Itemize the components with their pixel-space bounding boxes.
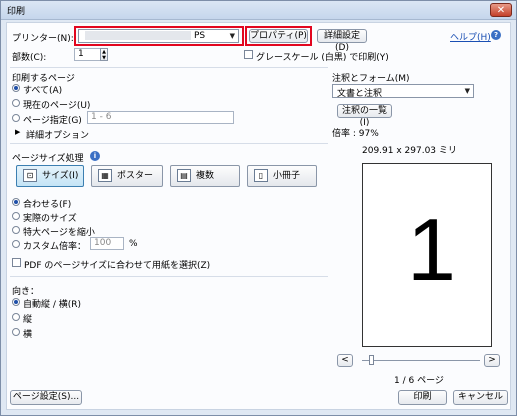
size-button[interactable]: ⊡ サイズ(I) (16, 165, 84, 187)
help-icon[interactable]: ? (491, 30, 501, 40)
poster-icon: ▦ (98, 169, 112, 182)
divider (10, 67, 328, 68)
more-options-link[interactable]: 詳細オプション (26, 128, 89, 141)
all-pages-radio[interactable] (12, 84, 20, 92)
summarize-comments-button[interactable]: 注釈の一覧(I) (337, 104, 392, 128)
custom-scale-radio[interactable] (12, 240, 20, 248)
print-dialog: 印刷 ✕ プリンター(N): PS ▼ プロパティ(P) 詳細設定(D) ヘルプ… (0, 0, 517, 416)
actual-size-radio[interactable] (12, 212, 20, 220)
page-preview: 1 (362, 163, 492, 347)
booklet-button[interactable]: ▯ 小冊子 (247, 165, 317, 187)
current-page-label: 現在のページ(U) (23, 101, 91, 111)
pdf-paper-checkbox[interactable] (12, 258, 21, 267)
fit-label: 合わせる(F) (23, 200, 72, 210)
multiple-button-label: 複数 (196, 171, 215, 181)
cancel-button[interactable]: キャンセル (453, 390, 508, 405)
poster-button-label: ポスター (117, 171, 154, 181)
advanced-button[interactable]: 詳細設定(D) (317, 29, 367, 53)
page-slider-thumb[interactable] (369, 355, 374, 365)
fit-radio[interactable] (12, 198, 20, 206)
window-title: 印刷 (7, 7, 26, 17)
custom-scale-label: カスタム倍率： (23, 242, 87, 252)
prev-page-button[interactable]: < (337, 354, 353, 367)
zoom-label: 倍率 : 97% (332, 129, 379, 139)
all-pages-label: すべて(A) (23, 86, 63, 96)
expand-triangle-icon[interactable]: ▶ (15, 128, 20, 136)
sizing-heading: ページサイズ処理 (12, 154, 84, 164)
divider (10, 276, 328, 277)
page-counter: 1 / 6 ページ (394, 376, 444, 386)
size-button-label: サイズ(I) (42, 171, 79, 181)
auto-orientation-label: 自動縦 / 横(R) (23, 300, 82, 310)
printer-highlight-box (74, 26, 244, 46)
landscape-label: 横 (23, 330, 33, 340)
shrink-radio[interactable] (12, 226, 20, 234)
comments-value: 文書と注釈 (337, 89, 383, 99)
landscape-radio[interactable] (12, 328, 20, 336)
shrink-label: 特大ページを縮小 (23, 228, 95, 238)
page-range-radio[interactable] (12, 114, 20, 122)
booklet-button-label: 小冊子 (273, 171, 301, 181)
pdf-paper-label: PDF のページサイズに合わせて用紙を選択(Z) (24, 261, 211, 271)
portrait-radio[interactable] (12, 313, 20, 321)
help-link[interactable]: ヘルプ(H) (450, 30, 491, 43)
current-page-radio[interactable] (12, 99, 20, 107)
printer-label: プリンター(N): (12, 34, 74, 44)
multiple-pages-icon: ▤ (177, 169, 191, 182)
page-range-label: ページ指定(G) (23, 116, 82, 126)
page-setup-button[interactable]: ページ設定(S)... (10, 390, 82, 405)
custom-scale-input[interactable]: 100 (90, 237, 124, 250)
divider (10, 143, 328, 144)
grayscale-checkbox[interactable] (244, 50, 253, 59)
comments-select[interactable]: 文書と注釈 ▼ (332, 84, 474, 99)
title-bar: 印刷 ✕ (1, 1, 516, 20)
next-page-button[interactable]: > (484, 354, 500, 367)
portrait-label: 縦 (23, 315, 33, 325)
dropdown-arrow-icon: ▼ (464, 87, 470, 95)
page-size-icon: ⊡ (23, 169, 37, 182)
print-button[interactable]: 印刷 (398, 390, 447, 405)
auto-orientation-radio[interactable] (12, 298, 20, 306)
grayscale-label: グレースケール (白黒) で印刷(Y) (256, 53, 389, 63)
page-dimensions: 209.91 x 297.03 ミリ (362, 146, 457, 156)
actual-size-label: 実際のサイズ (23, 214, 77, 224)
properties-highlight-box (245, 26, 312, 46)
page-slider-track[interactable] (362, 360, 480, 361)
comments-heading: 注釈とフォーム(M) (332, 74, 410, 84)
poster-button[interactable]: ▦ ポスター (91, 165, 163, 187)
info-icon[interactable]: i (90, 151, 100, 161)
copies-label: 部数(C): (12, 53, 47, 63)
copies-stepper[interactable]: ▲ ▼ (100, 48, 108, 61)
orientation-heading: 向き： (12, 287, 40, 297)
booklet-icon: ▯ (254, 169, 268, 182)
dialog-body: プリンター(N): PS ▼ プロパティ(P) 詳細設定(D) ヘルプ(H) ?… (6, 22, 511, 410)
preview-page-number: 1 (407, 200, 456, 299)
page-range-input[interactable]: 1 - 6 (87, 111, 234, 124)
multiple-button[interactable]: ▤ 複数 (170, 165, 240, 187)
percent-label: % (129, 239, 138, 249)
close-button[interactable]: ✕ (490, 3, 512, 17)
